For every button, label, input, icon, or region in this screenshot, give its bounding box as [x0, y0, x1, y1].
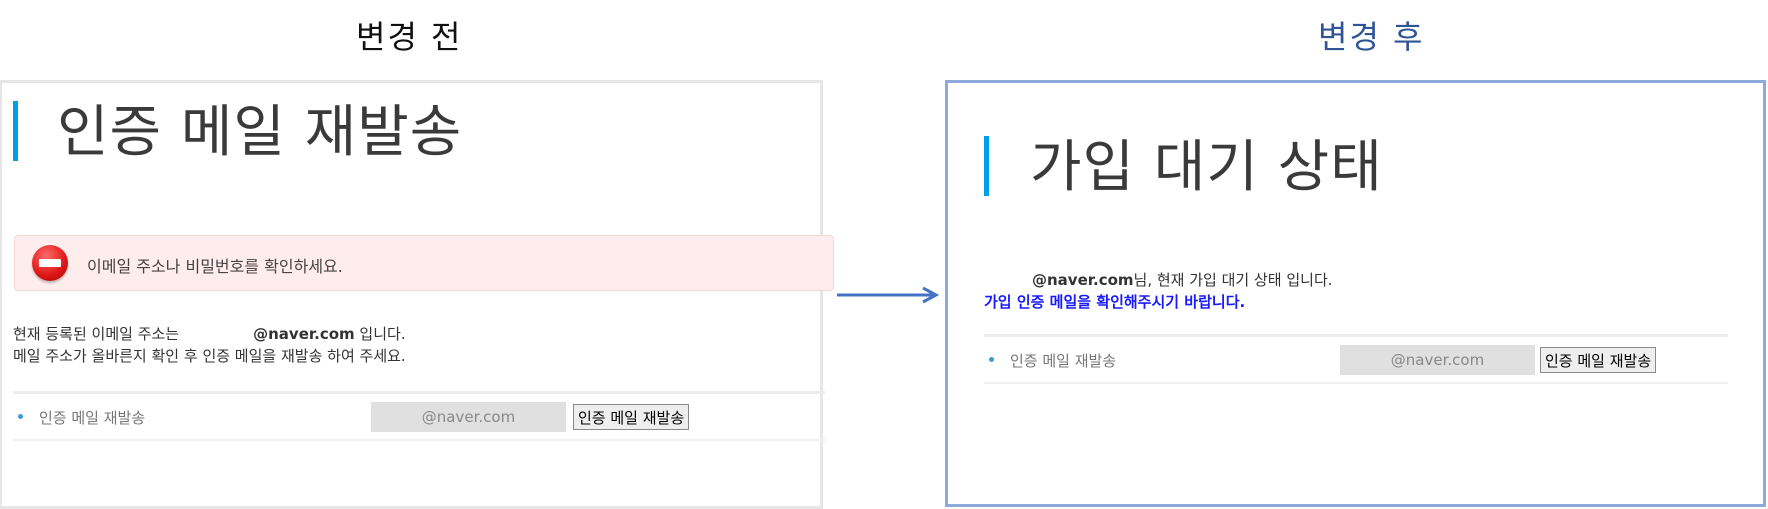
- before-panel: 인증 메일 재발송 이메일 주소나 비밀번호를 확인하세요. 현재 등록된 이메…: [0, 80, 834, 509]
- title-accent-bar: [984, 136, 989, 196]
- after-panel: 가입 대기 상태 @naver.com님, 현재 가입 대기 상태 입니다. 가…: [945, 80, 1766, 507]
- email-info: 현재 등록된 이메일 주소는 @naver.com 입니다. 메일 주소가 올바른…: [13, 323, 406, 367]
- email-input[interactable]: [1340, 345, 1535, 375]
- alert-message: 이메일 주소나 비밀번호를 확인하세요.: [87, 257, 343, 276]
- caption-before: 변경 전: [356, 18, 463, 56]
- title-accent-bar: [13, 101, 18, 161]
- resend-email-button[interactable]: 인증 메일 재발송: [573, 404, 690, 430]
- resend-email-button[interactable]: 인증 메일 재발송: [1540, 347, 1657, 373]
- right-arrow-icon: [837, 286, 940, 304]
- pending-email: @naver.com: [1032, 271, 1134, 289]
- email-info-suffix: 입니다.: [354, 325, 406, 343]
- resend-label: 인증 메일 재발송: [39, 409, 146, 427]
- error-alert: 이메일 주소나 비밀번호를 확인하세요.: [14, 235, 834, 291]
- bullet-icon: [18, 414, 23, 419]
- pending-info-suffix: 님, 현재 가입 대기 상태 입니다.: [1133, 271, 1333, 289]
- resend-label: 인증 메일 재발송: [1010, 352, 1117, 370]
- email-info-line2: 메일 주소가 올바른지 확인 후 인증 메일을 재발송 하여 주세요.: [13, 347, 406, 365]
- email-info-line1: 현재 등록된 이메일 주소는 @naver.com 입니다.: [13, 323, 406, 345]
- bullet-icon: [989, 357, 994, 362]
- registered-email: @naver.com: [253, 325, 355, 343]
- confirm-notice: 가입 인증 메일을 확인해주시기 바랍니다.: [984, 293, 1246, 311]
- page-title: 인증 메일 재발송: [57, 100, 463, 165]
- page-title: 가입 대기 상태: [1030, 135, 1383, 200]
- resend-row: 인증 메일 재발송 인증 메일 재발송: [984, 334, 1728, 384]
- caption-after: 변경 후: [1318, 18, 1425, 56]
- resend-row: 인증 메일 재발송 인증 메일 재발송: [13, 391, 825, 441]
- email-info-prefix: 현재 등록된 이메일 주소는: [13, 325, 180, 343]
- error-stop-icon: [32, 245, 68, 281]
- pending-info-line1: @naver.com님, 현재 가입 대기 상태 입니다.: [984, 269, 1333, 291]
- pending-info: @naver.com님, 현재 가입 대기 상태 입니다. 가입 인증 메일을 …: [984, 269, 1333, 313]
- email-input[interactable]: [371, 402, 566, 432]
